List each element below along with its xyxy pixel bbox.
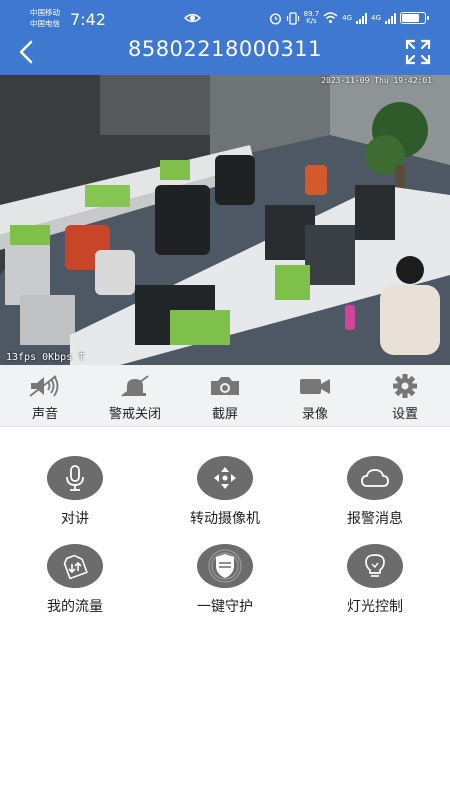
status-icons: 89.7 K/s 4G 4G xyxy=(269,9,429,27)
alarm-toggle-button[interactable]: 警戒关闭 xyxy=(90,365,180,426)
shield-icon xyxy=(208,549,242,583)
header: 85802218000311 xyxy=(0,34,450,75)
light-control-button[interactable]: 灯光控制 xyxy=(315,544,435,616)
gear-icon xyxy=(393,374,417,398)
screenshot-label: 截屏 xyxy=(211,407,238,422)
alarm-siren-off-icon xyxy=(121,375,149,397)
microphone-icon xyxy=(66,465,84,491)
intercom-button[interactable]: 对讲 xyxy=(15,456,135,528)
video-camera-icon xyxy=(300,379,330,394)
my-data-label: 我的流量 xyxy=(47,599,103,615)
record-label: 录像 xyxy=(301,407,328,422)
net-speed-unit: K/s xyxy=(306,17,317,25)
function-row-2: 我的流量 一键守护 灯光控制 xyxy=(0,544,450,616)
signal-1-label: 4G xyxy=(342,14,353,22)
function-row-1: 对讲 转动摄像机 报警消息 xyxy=(0,456,450,528)
signal-bars-1-icon xyxy=(356,12,368,24)
rotate-camera-button[interactable]: 转动摄像机 xyxy=(165,456,285,528)
wifi-icon xyxy=(323,12,338,24)
stream-info: 13fps 0Kbps T xyxy=(6,352,85,363)
camera-frame-image xyxy=(0,75,450,365)
alarm-clock-icon xyxy=(269,12,281,25)
top-bar: 中国移动 中国电信 7:42 89.7 K/s 4G 4G 8580221800… xyxy=(0,0,450,75)
one-key-guard-label: 一键守护 xyxy=(197,599,253,615)
settings-label: 设置 xyxy=(391,407,418,422)
control-toolbar: 声音 警戒关闭 截屏 录像 设置 xyxy=(0,365,450,427)
settings-button[interactable]: 设置 xyxy=(360,365,450,426)
rotate-camera-label: 转动摄像机 xyxy=(190,511,260,527)
alarm-messages-label: 报警消息 xyxy=(347,511,403,527)
battery-icon xyxy=(400,12,429,24)
fullscreen-icon[interactable] xyxy=(404,38,432,66)
vibrate-icon xyxy=(286,11,299,25)
battery-fill xyxy=(402,14,419,22)
eye-icon xyxy=(184,13,201,23)
light-bulb-icon xyxy=(365,554,385,577)
sound-label: 声音 xyxy=(31,407,58,422)
record-button[interactable]: 录像 xyxy=(270,365,360,426)
carrier-info: 中国移动 中国电信 xyxy=(30,7,60,29)
carrier-2: 中国电信 xyxy=(30,19,60,28)
sound-button[interactable]: 声音 xyxy=(0,365,90,426)
page-title: 85802218000311 xyxy=(127,37,323,61)
cloud-icon xyxy=(361,469,389,487)
camera-live-view[interactable]: 2023-11-09 Thu 19:42:01 13fps 0Kbps T xyxy=(0,75,450,365)
alarm-toggle-label: 警戒关闭 xyxy=(108,407,161,422)
intercom-label: 对讲 xyxy=(61,511,89,527)
direction-pad-icon xyxy=(214,467,236,489)
status-bar: 中国移动 中国电信 7:42 89.7 K/s 4G 4G xyxy=(0,0,450,34)
speaker-muted-icon xyxy=(29,375,59,397)
status-time: 7:42 xyxy=(70,10,106,29)
camera-icon xyxy=(211,377,239,395)
signal-2-label: 4G xyxy=(371,14,381,22)
light-control-label: 灯光控制 xyxy=(347,599,403,615)
my-data-button[interactable]: 我的流量 xyxy=(15,544,135,616)
screenshot-button[interactable]: 截屏 xyxy=(180,365,270,426)
signal-bars-2-icon xyxy=(385,12,396,24)
alarm-messages-button[interactable]: 报警消息 xyxy=(315,456,435,528)
osd-timestamp: 2023-11-09 Thu 19:42:01 xyxy=(321,76,432,85)
net-speed: 89.7 K/s xyxy=(304,11,320,25)
data-traffic-icon xyxy=(63,554,88,579)
carrier-1: 中国移动 xyxy=(30,8,60,17)
one-key-guard-button[interactable]: 一键守护 xyxy=(165,544,285,616)
